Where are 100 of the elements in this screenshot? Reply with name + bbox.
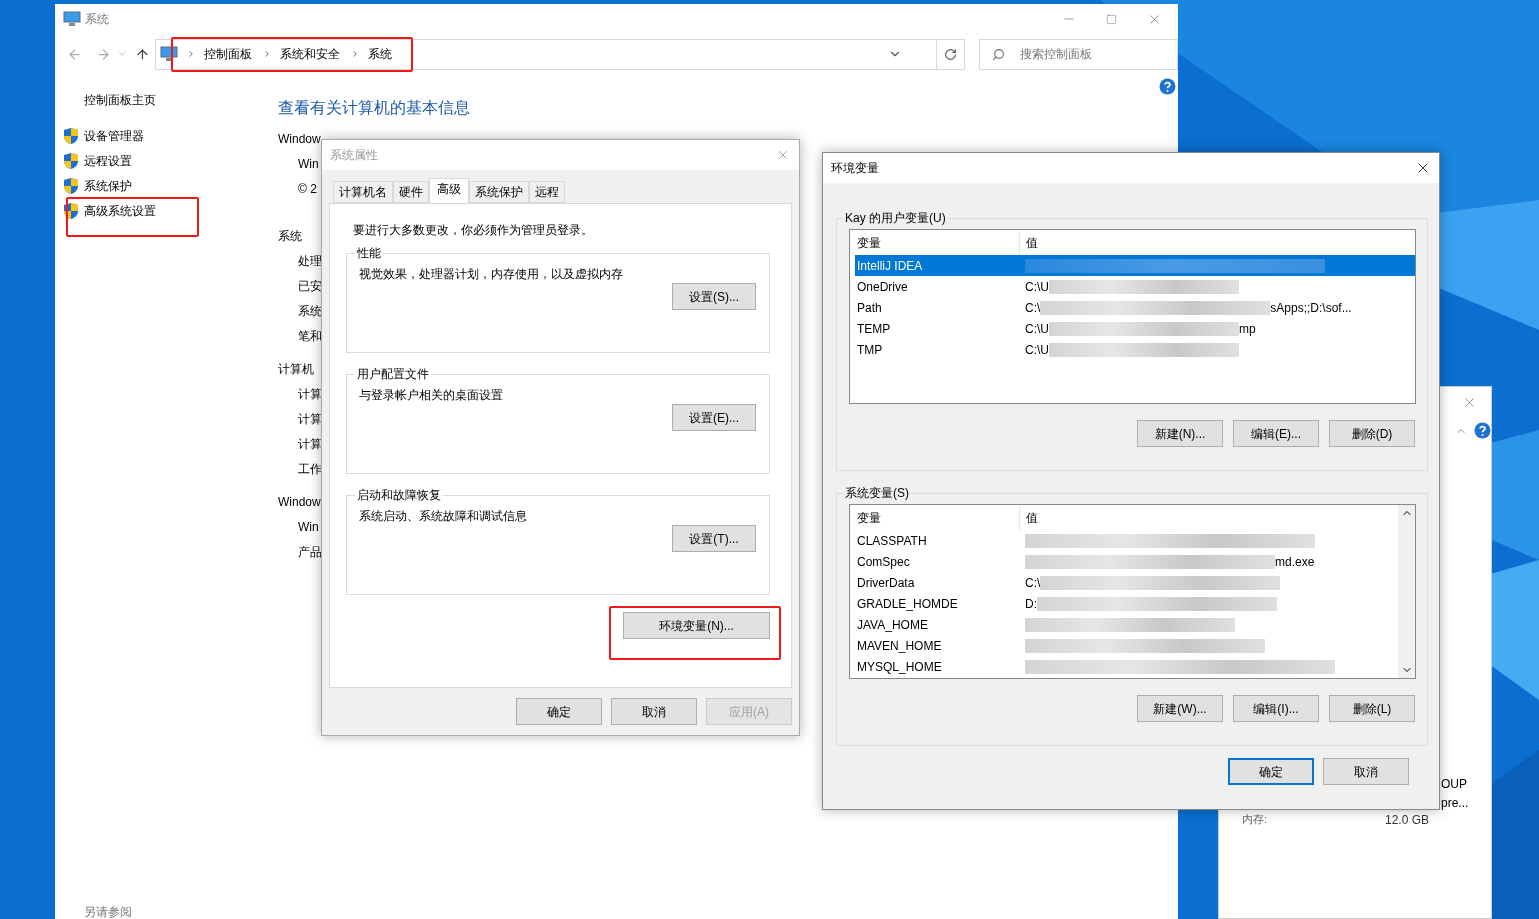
variable-name: GRADLE_HOMDE bbox=[856, 595, 959, 613]
variable-value: C:\U bbox=[1025, 341, 1049, 359]
settings-button[interactable]: 设置(T)... bbox=[672, 525, 756, 552]
variable-row[interactable]: MYSQL_HOME bbox=[855, 656, 1398, 677]
dialog-button[interactable]: 新建(W)... bbox=[1137, 695, 1223, 722]
shield-icon bbox=[63, 126, 79, 145]
group-title: 用户配置文件 bbox=[356, 366, 430, 383]
tab[interactable]: 高级 bbox=[429, 178, 469, 203]
dialog-button[interactable]: 取消 bbox=[611, 698, 697, 725]
window-title: 系统 bbox=[85, 11, 109, 28]
variable-row[interactable]: IntelliJ IDEA bbox=[855, 255, 1415, 276]
column-header[interactable]: 变量 bbox=[855, 231, 1019, 255]
info-label: © 2 bbox=[297, 180, 317, 198]
info-value: 12.0 GB bbox=[1385, 812, 1430, 829]
column-header[interactable]: 变量 bbox=[855, 506, 1019, 530]
sidebar-link[interactable]: 系统保护 bbox=[84, 176, 132, 195]
sidebar-link[interactable]: 控制面板主页 bbox=[63, 91, 278, 109]
variable-row[interactable]: GRADLE_HOMDE D: bbox=[855, 593, 1398, 614]
dialog-button[interactable]: 确定 bbox=[1228, 758, 1314, 785]
info-label: Win bbox=[297, 518, 319, 536]
forward-icon[interactable] bbox=[96, 46, 111, 62]
refresh-button[interactable] bbox=[936, 38, 965, 70]
notice-text: 要进行大多数更改，你必须作为管理员登录。 bbox=[352, 222, 594, 239]
variable-row[interactable]: DriverData C:\ bbox=[855, 572, 1398, 593]
sidebar-link[interactable]: 设备管理器 bbox=[84, 126, 144, 145]
info-label: pre... bbox=[1441, 795, 1469, 812]
info-label: 计算 bbox=[297, 410, 322, 428]
tab[interactable]: 系统保护 bbox=[469, 181, 529, 203]
variable-name: MYSQL_HOME bbox=[856, 658, 943, 676]
info-label: OUP bbox=[1441, 776, 1468, 793]
variable-row[interactable]: OneDrive C:\U bbox=[855, 276, 1415, 297]
scrollbar[interactable] bbox=[1398, 505, 1415, 678]
group-title: Kay 的用户变量(U) bbox=[844, 210, 947, 227]
section-title: Window bbox=[278, 130, 321, 148]
variable-value: C:\ bbox=[1025, 299, 1041, 317]
up-icon[interactable] bbox=[134, 46, 150, 62]
variable-name: OneDrive bbox=[856, 278, 909, 296]
variable-row[interactable]: CLASSPATH bbox=[855, 530, 1398, 551]
variable-name: ComSpec bbox=[856, 553, 911, 571]
refresh-icon bbox=[943, 47, 957, 61]
help-icon[interactable] bbox=[1159, 78, 1176, 95]
search-icon bbox=[991, 47, 1005, 61]
info-label: 已安 bbox=[297, 277, 322, 295]
shield-icon bbox=[63, 151, 79, 170]
tab[interactable]: 硬件 bbox=[393, 181, 429, 203]
section-label: 另请参阅 bbox=[83, 904, 133, 919]
variable-name: Path bbox=[856, 299, 883, 317]
sidebar-link[interactable]: 高级系统设置 bbox=[84, 201, 156, 220]
tab[interactable]: 计算机名 bbox=[333, 181, 393, 203]
info-label: 产品 bbox=[297, 543, 322, 561]
group-description: 与登录帐户相关的桌面设置 bbox=[359, 387, 504, 404]
dialog-button[interactable]: 编辑(E)... bbox=[1233, 420, 1319, 447]
computer-icon bbox=[63, 11, 81, 27]
variable-value: C:\U bbox=[1025, 320, 1049, 338]
info-label: 处理 bbox=[297, 252, 322, 270]
shield-icon bbox=[63, 201, 79, 220]
info-label: 计算 bbox=[297, 435, 322, 453]
dialog-button[interactable]: 编辑(I)... bbox=[1233, 695, 1319, 722]
variable-name: JAVA_HOME bbox=[856, 616, 929, 634]
help-icon[interactable] bbox=[1474, 422, 1491, 439]
breadcrumb-item[interactable]: 系统和安全 bbox=[279, 45, 340, 63]
variable-row[interactable]: Path C:\ sApps;;D:\sof... bbox=[855, 297, 1415, 318]
variable-value: mp bbox=[1239, 320, 1256, 338]
tab[interactable]: 远程 bbox=[529, 181, 565, 203]
variable-row[interactable]: TMP C:\U bbox=[855, 339, 1415, 360]
dialog-button[interactable]: 删除(L) bbox=[1329, 695, 1415, 722]
info-label: 系统 bbox=[297, 302, 322, 320]
group-description: 系统启动、系统故障和调试信息 bbox=[359, 508, 528, 525]
dialog-button[interactable]: 新建(N)... bbox=[1137, 420, 1223, 447]
search-field[interactable]: 搜索控制面板 bbox=[978, 38, 1178, 70]
computer-icon bbox=[159, 46, 178, 62]
breadcrumb-item[interactable]: 控制面板 bbox=[203, 45, 252, 63]
breadcrumb-item[interactable]: 系统 bbox=[367, 45, 392, 63]
info-label: 笔和 bbox=[297, 327, 322, 345]
maximize-icon[interactable] bbox=[1106, 13, 1117, 25]
address-bar[interactable]: 控制面板 系统和安全 系统 bbox=[154, 38, 937, 70]
variable-row[interactable]: MAVEN_HOME bbox=[855, 635, 1398, 656]
variable-value: C:\U bbox=[1025, 278, 1049, 296]
section-title: 系统 bbox=[278, 227, 302, 245]
group-title: 系统变量(S) bbox=[844, 485, 910, 502]
settings-button[interactable]: 设置(S)... bbox=[672, 283, 756, 310]
environment-variables-button[interactable]: 环境变量(N)... bbox=[623, 612, 770, 639]
dialog-button[interactable]: 取消 bbox=[1323, 758, 1409, 785]
variable-row[interactable]: JAVA_HOME bbox=[855, 614, 1398, 635]
dialog-button[interactable]: 确定 bbox=[516, 698, 602, 725]
variable-row[interactable]: TEMP C:\U mp bbox=[855, 318, 1415, 339]
variable-name: TEMP bbox=[856, 320, 892, 338]
info-label: 内存: bbox=[1242, 812, 1268, 827]
variable-value: C:\ bbox=[1025, 574, 1041, 592]
variable-row[interactable]: ComSpec md.exe bbox=[855, 551, 1398, 572]
variable-name: DriverData bbox=[856, 574, 916, 592]
settings-button[interactable]: 设置(E)... bbox=[672, 404, 756, 431]
sidebar-link[interactable]: 远程设置 bbox=[84, 151, 132, 170]
back-icon[interactable] bbox=[67, 46, 82, 62]
info-label: Win bbox=[297, 155, 319, 173]
dialog-button[interactable]: 删除(D) bbox=[1329, 420, 1415, 447]
page-heading: 查看有关计算机的基本信息 bbox=[278, 98, 470, 118]
group-description: 视觉效果，处理器计划，内存使用，以及虚拟内存 bbox=[359, 266, 624, 283]
history-icon[interactable] bbox=[117, 49, 127, 59]
variable-name: CLASSPATH bbox=[856, 532, 928, 550]
